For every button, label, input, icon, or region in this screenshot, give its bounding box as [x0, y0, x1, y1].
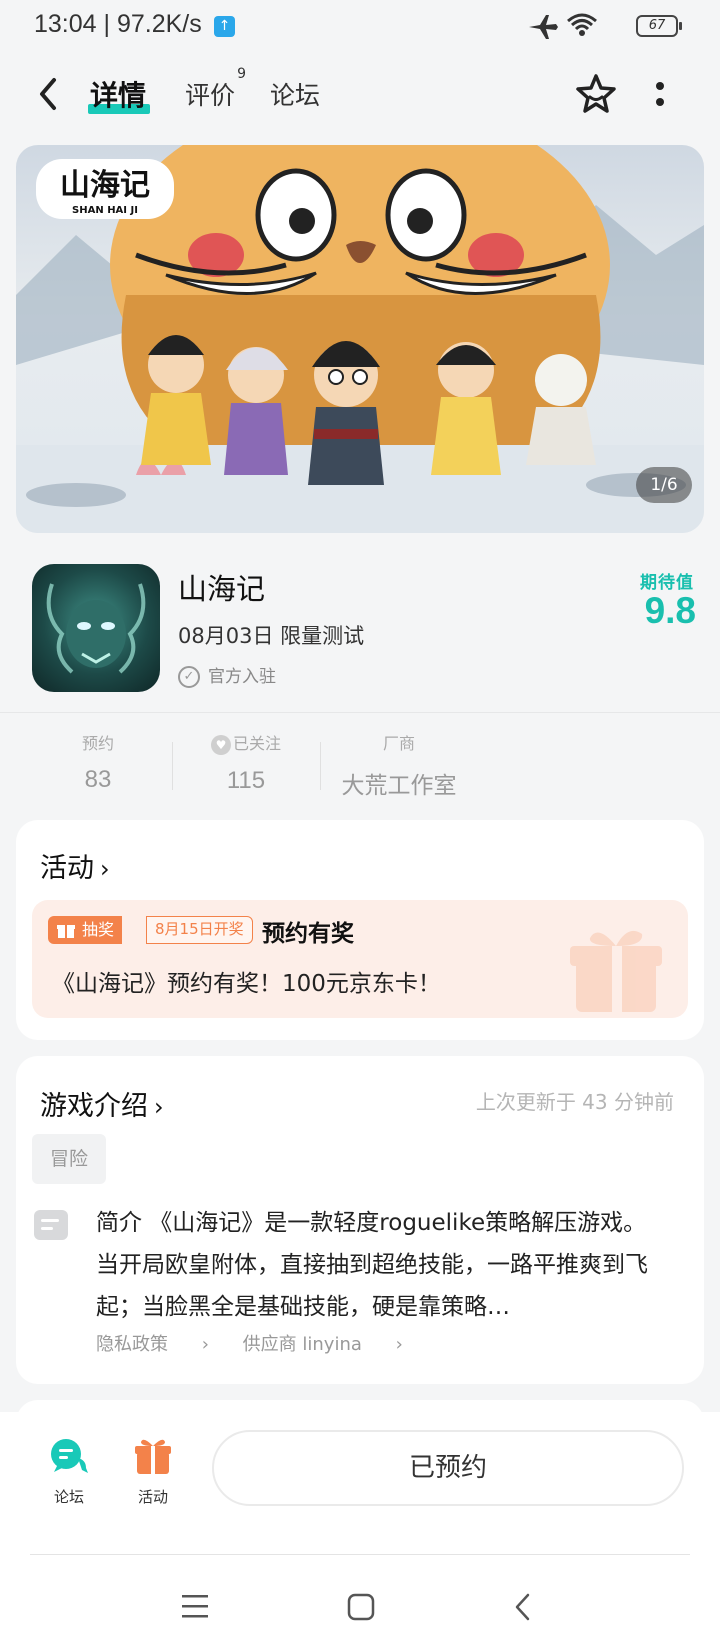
back-arrow-icon[interactable]	[36, 76, 62, 112]
tab-detail[interactable]: 详情	[90, 74, 146, 114]
stat-divider	[172, 742, 173, 790]
promo-title: 预约有奖	[262, 921, 354, 947]
chevron-right-icon: ›	[154, 1093, 164, 1121]
expectation-score: 9.8	[644, 590, 696, 631]
home-icon[interactable]	[346, 1592, 376, 1622]
stat-reservations: 预约 83	[81, 734, 114, 793]
more-options-icon[interactable]	[654, 80, 666, 110]
battery-indicator: 67	[636, 15, 682, 37]
gift-watermark-icon	[570, 930, 662, 1012]
divider	[0, 712, 720, 713]
back-icon[interactable]	[512, 1592, 534, 1622]
game-intro-card: 游戏介绍 › 上次更新于 43 分钟前 冒险 简介 《山海记》是一款轻度rogue…	[16, 1056, 704, 1384]
draw-date-tag: 8月15日开奖	[146, 916, 253, 944]
activity-card: 活动 › 抽奖 8月15日开奖 预约有奖 《山海记》预约有奖！100元京东卡！	[16, 820, 704, 1040]
stat-developer[interactable]: 厂商 大荒工作室	[334, 730, 464, 800]
intro-links: 隐私政策 › 供应商 linyina ›	[96, 1330, 431, 1356]
app-name: 山海记	[178, 572, 266, 606]
activity-button[interactable]: 活动	[118, 1436, 188, 1507]
reserved-button[interactable]: 已预约	[212, 1430, 684, 1506]
forum-chat-icon	[51, 1439, 88, 1473]
stat-followers[interactable]: ♥ 已关注 115	[196, 730, 296, 795]
privacy-policy-link[interactable]: 隐私政策 ›	[96, 1334, 209, 1355]
screenshot-carousel[interactable]: 山海记 SHAN HAI JI 1/6	[16, 145, 704, 533]
status-time: 13:04 | 97.2K/s	[34, 10, 202, 38]
intro-title[interactable]: 游戏介绍 ›	[40, 1084, 164, 1123]
stat-divider	[320, 742, 321, 790]
promo-text: 《山海记》预约有奖！100元京东卡！	[52, 971, 441, 997]
genre-tag[interactable]: 冒险	[32, 1134, 106, 1184]
promo-banner[interactable]: 抽奖 8月15日开奖 预约有奖 《山海记》预约有奖！100元京东卡！	[32, 900, 688, 1018]
check-circle-icon: ✓	[178, 666, 200, 688]
intro-description[interactable]: 简介 《山海记》是一款轻度roguelike策略解压游戏。当开局欧皇附体，直接抽…	[96, 1202, 656, 1328]
tab-forum[interactable]: 论坛	[270, 76, 320, 112]
wifi-icon	[567, 13, 597, 36]
upload-icon: ↑	[214, 16, 235, 37]
favorite-star-icon[interactable]	[574, 72, 618, 116]
activity-title[interactable]: 活动 ›	[40, 846, 110, 885]
last-updated: 上次更新于 43 分钟前	[475, 1090, 674, 1114]
heart-icon: ♥	[210, 734, 231, 755]
gift-icon	[135, 1439, 171, 1474]
svg-text:山海记: 山海记	[60, 168, 150, 203]
test-date: 08月03日 限量测试	[178, 624, 365, 648]
review-count-badge: 9	[237, 66, 247, 82]
status-bar: 13:04 | 97.2K/s ↑ 67	[0, 0, 720, 54]
gift-icon	[57, 925, 75, 938]
provider-link[interactable]: 供应商 linyina ›	[243, 1334, 403, 1355]
top-nav: 详情 评价 9 论坛	[0, 60, 720, 130]
airplane-icon	[529, 15, 558, 39]
chevron-right-icon: ›	[100, 855, 110, 883]
description-icon	[34, 1210, 68, 1240]
game-logo: 山海记 SHAN HAI JI	[36, 159, 174, 219]
forum-button[interactable]: 论坛	[34, 1436, 104, 1507]
app-icon	[32, 564, 160, 692]
bottom-action-bar: 论坛 活动 已预约	[0, 1412, 720, 1650]
menu-icon[interactable]	[180, 1592, 210, 1620]
lottery-tag: 抽奖	[48, 916, 123, 944]
divider	[30, 1554, 690, 1555]
svg-text:SHAN HAI JI: SHAN HAI JI	[72, 205, 138, 216]
tab-reviews[interactable]: 评价 9	[185, 66, 246, 112]
official-badge: ✓ 官方入驻	[178, 662, 276, 688]
carousel-counter: 1/6	[636, 467, 692, 503]
